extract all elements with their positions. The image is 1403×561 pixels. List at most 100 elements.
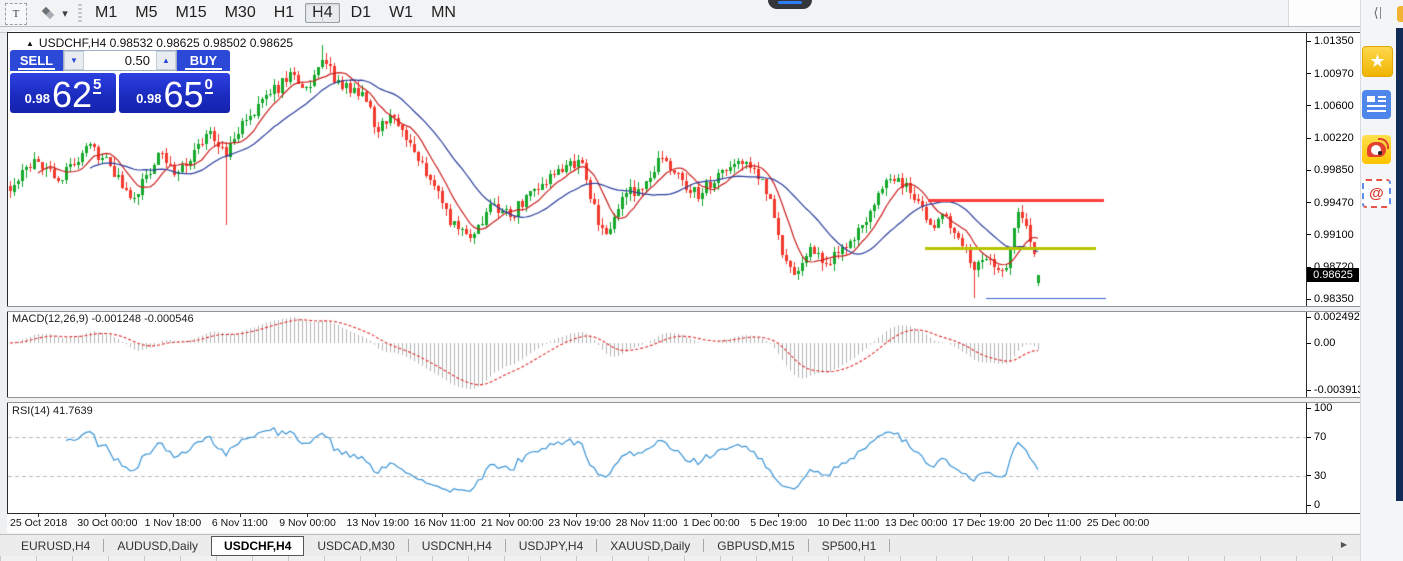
time-axis-label: 1 Dec 00:00: [683, 517, 740, 529]
one-click-trading-panel: SELL ▼ ▲ BUY 0.98 62 5 0.98 65 0: [10, 50, 230, 113]
chart-tab-xauusd-daily[interactable]: XAUUSD,Daily: [597, 537, 703, 555]
toolbar-separator: [322, 3, 323, 23]
bottom-edge-strip: [0, 556, 1360, 561]
mt4-window: T ▾ M1M5M15M30H1H4D1W1MN 1.013501.009701…: [0, 0, 1403, 561]
price-axis-tick: 1.00600: [1307, 100, 1354, 112]
buy-button[interactable]: BUY: [177, 50, 230, 71]
rsi-axis-tick: 100: [1307, 402, 1332, 414]
sell-price-big: 62: [52, 80, 92, 110]
time-axis[interactable]: 25 Oct 2018 30 Oct 00:00 1 Nov 18:00 6 Nov …: [7, 514, 1360, 533]
news-icon[interactable]: [1362, 90, 1391, 119]
rsi-indicator-chart[interactable]: [8, 402, 1306, 511]
time-axis-label: 30 Oct 00:00: [77, 517, 137, 529]
volume-stepper: ▼ ▲: [63, 50, 177, 71]
time-axis-label: 6 Nov 11:00: [212, 517, 268, 529]
toolbar-empty-area: [1288, 0, 1361, 26]
sell-button[interactable]: SELL: [10, 50, 63, 71]
time-axis-label: 20 Dec 11:00: [1020, 517, 1082, 529]
tab-separator: [889, 539, 890, 552]
price-axis-tick: 0.99100: [1307, 229, 1354, 241]
top-toolbar: T ▾ M1M5M15M30H1H4D1W1MN: [0, 0, 1362, 26]
tab-scroll-right-icon[interactable]: ▶: [1338, 537, 1350, 552]
price-axis-tick: 0.99470: [1307, 197, 1354, 209]
chart-left-border: [7, 32, 8, 513]
chart-tab-audusd-daily[interactable]: AUDUSD,Daily: [104, 537, 211, 555]
timeframe-button-H1[interactable]: H1: [267, 3, 301, 23]
time-axis-label: 16 Nov 11:00: [414, 517, 476, 529]
sell-price-pip: 5: [93, 78, 101, 94]
rsi-label: RSI(14) 41.7639: [12, 405, 93, 417]
chart-tab-usdjpy-h4[interactable]: USDJPY,H4: [506, 537, 596, 555]
volume-increase-button[interactable]: ▲: [156, 51, 176, 70]
chart-tab-bar: EURUSD,H4AUDUSD,DailyUSDCHF,H4USDCAD,M30…: [0, 534, 1360, 556]
timeframe-button-M30[interactable]: M30: [218, 3, 263, 23]
timeframe-button-M1[interactable]: M1: [88, 3, 124, 23]
chart-tab-usdchf-h4[interactable]: USDCHF,H4: [211, 536, 304, 556]
price-axis-tick: 0.99850: [1307, 164, 1354, 176]
chart-tab-gbpusd-m15[interactable]: GBPUSD,M15: [704, 537, 807, 555]
rsi-axis-tick: 70: [1307, 431, 1326, 443]
time-axis-label: 13 Dec 00:00: [885, 517, 947, 529]
macd-axis-tick: -0.003913: [1307, 384, 1364, 396]
price-axis-area[interactable]: 1.01350 1.00970 1.00600 1.00220 0.99850 0.994…: [1307, 31, 1360, 513]
timeframe-button-D1[interactable]: D1: [344, 3, 378, 23]
text-label-tool-icon[interactable]: T: [5, 3, 27, 25]
timeframe-button-group: M1M5M15M30H1H4D1W1MN: [88, 3, 463, 23]
buy-price-big: 65: [163, 80, 203, 110]
time-axis-label: 25 Dec 00:00: [1087, 517, 1149, 529]
time-axis-label: 9 Nov 00:00: [279, 517, 336, 529]
price-axis-tick: 1.00220: [1307, 132, 1354, 144]
time-axis-label: 17 Dec 19:00: [952, 517, 1014, 529]
volume-decrease-button[interactable]: ▼: [64, 51, 84, 70]
sell-price-prefix: 0.98: [25, 91, 50, 106]
time-axis-label: 21 Nov 00:00: [481, 517, 543, 529]
background-window-edge: [1396, 28, 1403, 501]
chart-tab-eurusd-h4[interactable]: EURUSD,H4: [8, 537, 103, 555]
buy-price-pip: 0: [205, 78, 213, 94]
rsi-axis-tick: 30: [1307, 470, 1326, 482]
time-axis-label: 1 Nov 18:00: [145, 517, 202, 529]
symbol-triangle-icon: ▲: [26, 39, 34, 48]
price-axis-tick: 1.00970: [1307, 68, 1354, 80]
time-axis-label: 28 Nov 11:00: [616, 517, 678, 529]
chart-tab-sp500-h1[interactable]: SP500,H1: [809, 537, 890, 555]
macd-axis-tick: 0.00: [1307, 337, 1335, 349]
axis-divider: [1306, 32, 1307, 513]
mail-at-icon[interactable]: @: [1362, 179, 1391, 208]
time-axis-label: 10 Dec 11:00: [818, 517, 880, 529]
macd-indicator-chart[interactable]: [8, 310, 1306, 397]
time-axis-label: 25 Oct 2018: [10, 517, 67, 529]
buy-button-label: BUY: [190, 53, 217, 68]
time-axis-label: 23 Nov 19:00: [548, 517, 610, 529]
symbol-ohlc-text: USDCHF,H4 0.98532 0.98625 0.98502 0.9862…: [39, 36, 293, 50]
buy-price-display[interactable]: 0.98 65 0: [119, 73, 230, 113]
timeframe-button-W1[interactable]: W1: [382, 3, 420, 23]
chart-top-border: [7, 32, 1360, 33]
rsi-axis-tick: 0: [1307, 499, 1320, 511]
panel-splitter[interactable]: [7, 306, 1360, 312]
price-axis-tick: 0.98350: [1307, 293, 1354, 305]
sidebar-collapse-icon[interactable]: ⟨: [1366, 4, 1388, 22]
sell-button-label: SELL: [20, 53, 53, 68]
buy-price-prefix: 0.98: [136, 91, 161, 106]
favorites-star-icon[interactable]: ★: [1362, 46, 1393, 77]
volume-input[interactable]: [84, 51, 156, 70]
floating-widget[interactable]: [768, 0, 812, 9]
timeframe-button-MN[interactable]: MN: [424, 3, 463, 23]
time-axis-label: 13 Nov 19:00: [347, 517, 409, 529]
timeframe-button-M15[interactable]: M15: [168, 3, 213, 23]
weibo-icon[interactable]: [1362, 135, 1391, 164]
chart-tab-usdcnh-h4[interactable]: USDCNH,H4: [409, 537, 505, 555]
partial-icon: [1397, 6, 1403, 22]
chart-tab-usdcad-m30[interactable]: USDCAD,M30: [304, 537, 407, 555]
current-price-label: 0.98625: [1307, 268, 1359, 282]
toolbar-grip[interactable]: [78, 4, 82, 22]
sell-price-display[interactable]: 0.98 62 5: [10, 73, 116, 113]
arrows-dropdown-caret-icon[interactable]: ▾: [60, 3, 70, 23]
timeframe-button-M5[interactable]: M5: [128, 3, 164, 23]
chart-symbol-header: ▲ USDCHF,H4 0.98532 0.98625 0.98502 0.98…: [26, 36, 293, 50]
macd-label: MACD(12,26,9) -0.001248 -0.000546: [12, 313, 194, 325]
price-axis-tick: 1.01350: [1307, 35, 1354, 47]
arrows-tool-icon[interactable]: [36, 3, 60, 23]
panel-splitter[interactable]: [7, 397, 1360, 403]
